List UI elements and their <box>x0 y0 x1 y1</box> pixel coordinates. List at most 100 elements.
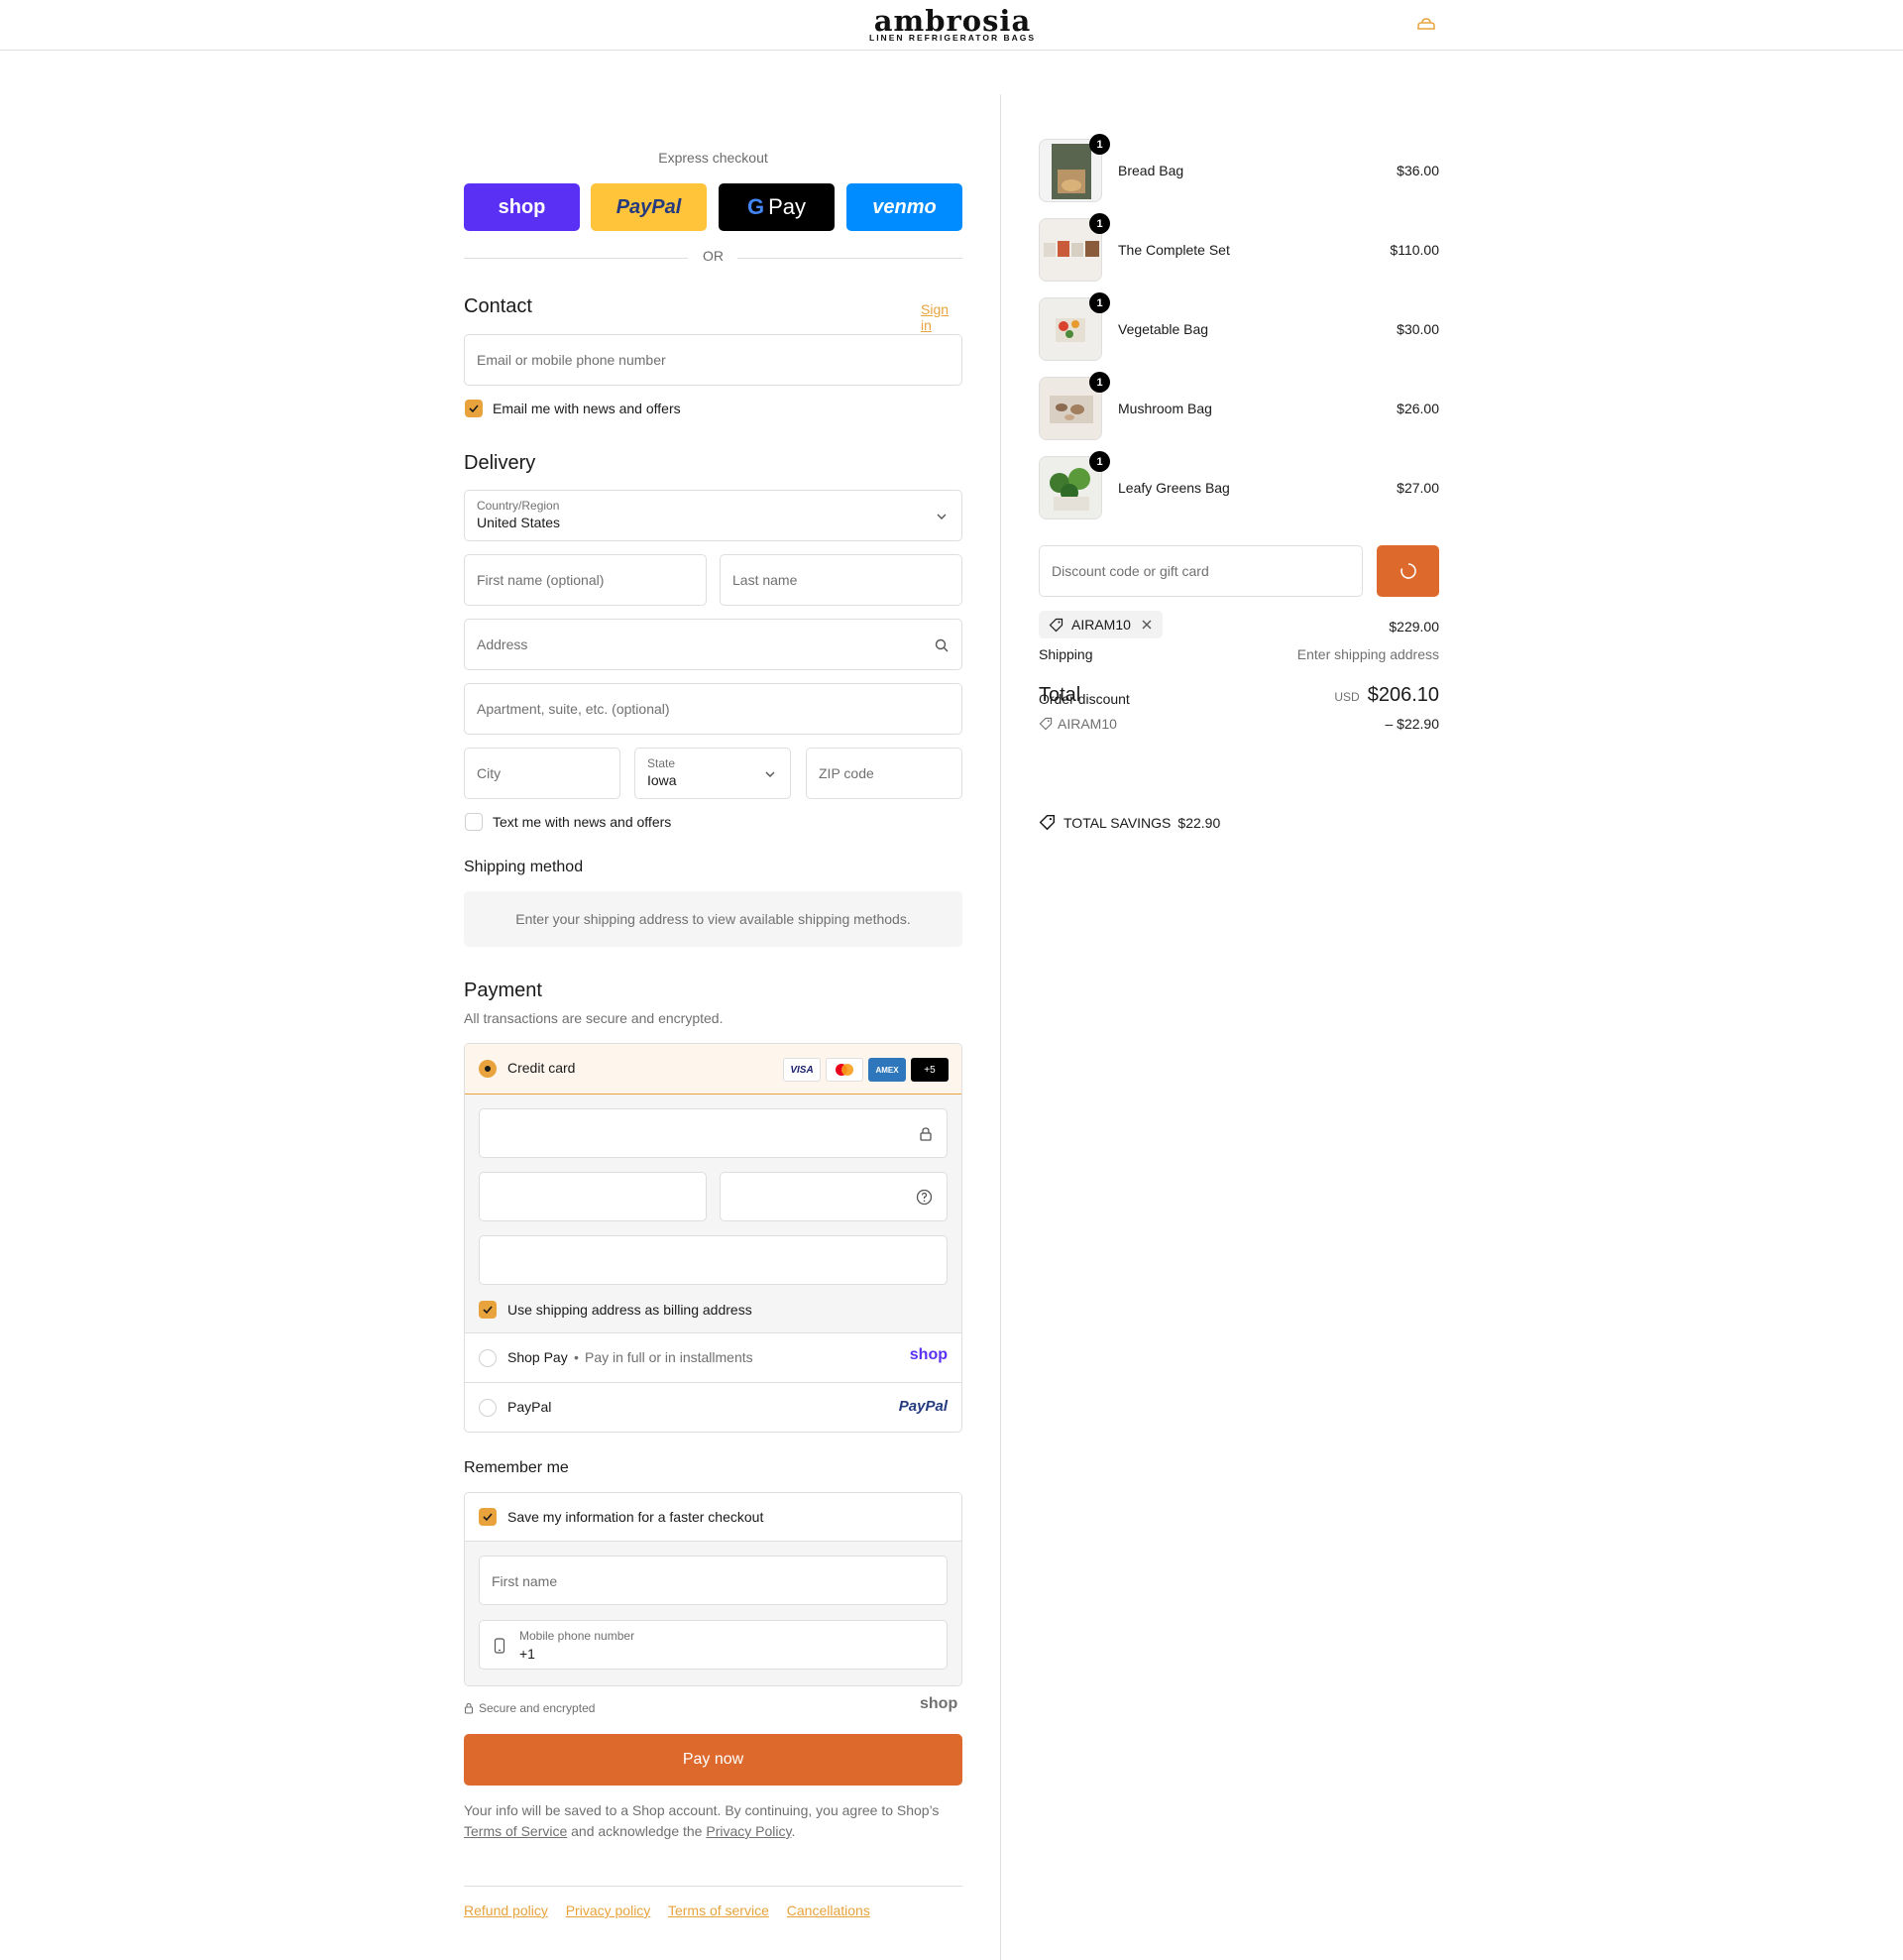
site-header: ambrosia LINEN REFRIGERATOR BAGS <box>0 0 1903 51</box>
subtotal-value: $229.00 <box>1389 619 1439 634</box>
payment-heading: Payment <box>464 980 542 1001</box>
pay-now-button[interactable]: Pay now <box>464 1734 962 1786</box>
brand-logo[interactable]: ambrosia LINEN REFRIGERATOR BAGS <box>858 7 1047 43</box>
card-number-field[interactable] <box>479 1108 948 1158</box>
privacy-policy-link[interactable]: Privacy Policy <box>706 1823 791 1839</box>
spinner-icon <box>1399 563 1416 579</box>
paypal-express-button[interactable]: PayPal <box>591 183 707 231</box>
shipping-method-message: Enter your shipping address to view avai… <box>515 911 911 927</box>
applied-code: AIRAM10 <box>1071 617 1131 633</box>
paypal-logo: PayPal <box>898 1398 948 1415</box>
lock-icon <box>464 1702 474 1714</box>
shop-logo: shop <box>920 1695 958 1712</box>
email-field[interactable]: Email or mobile phone number <box>464 334 962 386</box>
zip-placeholder: ZIP code <box>819 765 874 781</box>
terms-of-service-link[interactable]: Terms of Service <box>464 1823 567 1839</box>
order-discount-label: Order discount <box>1039 691 1130 707</box>
line-item: 1 The Complete Set $110.00 <box>1039 213 1439 282</box>
help-circle-icon[interactable] <box>916 1189 933 1206</box>
country-value: United States <box>477 515 561 530</box>
phone-icon <box>494 1638 505 1654</box>
remember-me-fields: First name Mobile phone number +1 <box>465 1542 961 1685</box>
tag-icon <box>1039 814 1056 831</box>
refund-policy-link[interactable]: Refund policy <box>464 1902 548 1918</box>
line-item: 1 Mushroom Bag $26.00 <box>1039 372 1439 440</box>
address-field[interactable]: Address <box>464 619 962 670</box>
first-name-field[interactable]: First name (optional) <box>464 554 707 606</box>
venmo-express-button[interactable]: venmo <box>846 183 962 231</box>
shop-pay-logo: shop <box>498 195 546 218</box>
mastercard-icon <box>826 1058 863 1082</box>
cancellations-link[interactable]: Cancellations <box>787 1902 870 1918</box>
credit-card-radio[interactable] <box>479 1060 497 1078</box>
discount-code-row: AIRAM10 <box>1039 716 1117 732</box>
city-placeholder: City <box>477 765 502 781</box>
discount-code-name: AIRAM10 <box>1058 716 1117 732</box>
apartment-field[interactable]: Apartment, suite, etc. (optional) <box>464 683 962 735</box>
chevron-down-icon <box>765 771 775 777</box>
quantity-badge: 1 <box>1089 372 1110 393</box>
google-g-icon: G <box>746 194 765 219</box>
name-on-card-field[interactable] <box>479 1235 948 1285</box>
discount-code-field[interactable]: Discount code or gift card <box>1039 545 1363 597</box>
last-name-field[interactable]: Last name <box>720 554 962 606</box>
or-text: OR <box>703 248 724 264</box>
state-select[interactable]: State Iowa <box>634 748 791 799</box>
item-name: The Complete Set <box>1118 242 1230 258</box>
quantity-badge: 1 <box>1089 451 1110 472</box>
remember-first-name-field[interactable]: First name <box>479 1556 948 1605</box>
country-select[interactable]: Country/Region United States <box>464 490 962 541</box>
total-savings-label: TOTAL SAVINGS <box>1063 814 1172 831</box>
column-divider <box>1000 94 1001 1960</box>
paypal-radio[interactable] <box>479 1399 497 1417</box>
terms-of-service-footer-link[interactable]: Terms of service <box>668 1902 769 1918</box>
total-savings: TOTAL SAVINGS $22.90 <box>1039 814 1220 831</box>
mobile-phone-field[interactable]: Mobile phone number +1 <box>479 1620 948 1670</box>
text-offers-checkbox[interactable] <box>465 813 483 831</box>
item-price: $27.00 <box>1397 480 1439 496</box>
expiry-field[interactable] <box>479 1172 707 1221</box>
last-name-placeholder: Last name <box>732 572 798 588</box>
secure-label: Secure and encrypted <box>479 1701 596 1715</box>
paypal-logo: PayPal <box>616 195 682 218</box>
google-pay-express-button[interactable]: G Pay <box>719 183 835 231</box>
shop-pay-express-button[interactable]: shop <box>464 183 580 231</box>
quantity-badge: 1 <box>1089 134 1110 155</box>
billing-same-label: Use shipping address as billing address <box>507 1302 752 1318</box>
total-value: $206.10 <box>1367 684 1439 706</box>
newsletter-checkbox[interactable] <box>465 400 483 417</box>
item-price: $110.00 <box>1390 242 1439 258</box>
city-field[interactable]: City <box>464 748 620 799</box>
close-icon[interactable] <box>1141 619 1153 631</box>
remember-me-heading: Remember me <box>464 1459 569 1476</box>
billing-same-checkbox[interactable] <box>479 1301 497 1319</box>
check-icon <box>483 1306 493 1315</box>
newsletter-label: Email me with news and offers <box>493 401 681 416</box>
total-savings-value: $22.90 <box>1177 814 1221 831</box>
sign-in-link[interactable]: Sign in <box>921 301 962 333</box>
contact-heading: Contact <box>464 295 532 317</box>
country-label: Country/Region <box>477 499 560 513</box>
paypal-label: PayPal <box>507 1399 552 1415</box>
security-code-field[interactable] <box>720 1172 948 1221</box>
save-info-row: Save my information for a faster checkou… <box>465 1493 961 1542</box>
legal-line1: Your info will be saved to a Shop accoun… <box>464 1802 940 1818</box>
save-info-label: Save my information for a faster checkou… <box>507 1509 764 1525</box>
apartment-placeholder: Apartment, suite, etc. (optional) <box>477 701 670 717</box>
privacy-policy-footer-link[interactable]: Privacy policy <box>566 1902 651 1918</box>
apply-discount-button[interactable] <box>1377 545 1439 597</box>
save-info-checkbox[interactable] <box>479 1508 497 1526</box>
shop-pay-option[interactable]: Shop Pay • Pay in full or in installment… <box>465 1332 961 1382</box>
more-cards-badge: +5 <box>911 1058 949 1082</box>
shipping-value: Enter shipping address <box>1296 646 1439 662</box>
paypal-option[interactable]: PayPal PayPal <box>465 1382 961 1432</box>
shop-pay-radio[interactable] <box>479 1349 497 1367</box>
venmo-logo: venmo <box>872 195 937 218</box>
shop-pay-logo: shop <box>909 1346 948 1363</box>
shipping-method-heading: Shipping method <box>464 859 584 875</box>
zip-field[interactable]: ZIP code <box>806 748 962 799</box>
item-name: Vegetable Bag <box>1118 321 1209 337</box>
express-checkout-title: Express checkout <box>658 150 768 166</box>
cart-icon[interactable] <box>1415 15 1437 37</box>
credit-card-option[interactable]: Credit card VISA AMEX +5 <box>465 1044 961 1095</box>
